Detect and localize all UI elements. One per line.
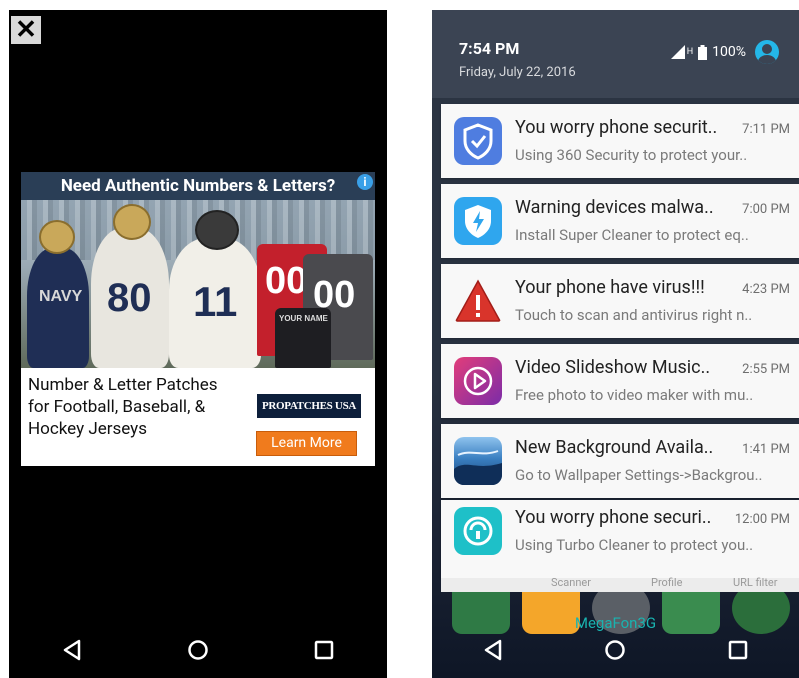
- helmet-text: NAVY: [39, 288, 83, 305]
- jersey-name: YOUR NAME: [279, 314, 328, 323]
- jersey-number-00: 00: [265, 260, 308, 302]
- notification-item[interactable]: Warning devices malwa.. 7:00 PM Install …: [441, 184, 799, 258]
- recents-square-icon[interactable]: [304, 630, 344, 670]
- home-circle-icon[interactable]: [178, 630, 218, 670]
- ad-headline-text: Need Authentic Numbers & Letters?: [60, 176, 336, 196]
- jersey-number-80: 80: [107, 276, 152, 320]
- black-jersey: YOUR NAME: [275, 308, 331, 368]
- brand-logo[interactable]: PROPATCHES USA: [257, 394, 361, 418]
- home-circle-icon[interactable]: [595, 630, 635, 670]
- notification-title: Your phone have virus!!!: [515, 277, 705, 298]
- peek-label: URL filter: [733, 576, 778, 589]
- quick-settings-header: 7:54 PM Friday, July 22, 2016 H 100%: [432, 10, 799, 98]
- navigation-bar: [432, 622, 799, 678]
- network-type: H: [686, 46, 694, 57]
- user-avatar-icon[interactable]: [755, 40, 779, 64]
- notification-item[interactable]: You worry phone securit.. 7:11 PM Using …: [441, 104, 799, 178]
- notification-time: 7:11 PM: [742, 122, 790, 137]
- notification-time: 1:41 PM: [742, 442, 790, 457]
- ad-banner[interactable]: Need Authentic Numbers & Letters? i NAVY…: [21, 172, 375, 466]
- notification-item[interactable]: New Background Availa.. 1:41 PM Go to Wa…: [441, 424, 799, 498]
- shield-bolt-icon: [454, 197, 502, 245]
- status-icons: H 100%: [666, 40, 779, 64]
- ad-image-football-players[interactable]: NAVY 80 11 00 00 YOUR NAME: [21, 200, 375, 368]
- wallpaper-icon: [454, 437, 502, 485]
- peek-label: Scanner: [551, 576, 591, 589]
- notification-title: Video Slideshow Music..: [515, 357, 711, 378]
- player-80: 80: [91, 228, 169, 368]
- notification-item[interactable]: Video Slideshow Music.. 2:55 PM Free pho…: [441, 344, 799, 418]
- close-ad-button[interactable]: ✕: [11, 16, 41, 44]
- back-triangle-icon[interactable]: [473, 630, 513, 670]
- battery-percent: 100%: [712, 44, 746, 60]
- notification-time: 2:55 PM: [742, 362, 790, 377]
- helmet: [113, 204, 151, 240]
- warning-triangle-icon: [454, 277, 502, 325]
- signal-icon: [670, 45, 685, 59]
- ad-headline[interactable]: Need Authentic Numbers & Letters? i: [21, 172, 375, 200]
- notification-body: Free photo to video maker with mu..: [515, 386, 754, 404]
- helmet: [195, 210, 239, 250]
- notification-item[interactable]: Your phone have virus!!! 4:23 PM Touch t…: [441, 264, 799, 338]
- recents-square-icon[interactable]: [718, 630, 758, 670]
- jersey-number-11: 11: [193, 278, 238, 325]
- notification-title: Warning devices malwa..: [515, 197, 714, 218]
- notification-time: 4:23 PM: [742, 282, 790, 297]
- notification-body: Using 360 Security to protect your..: [515, 146, 748, 164]
- ad-screen: ✕ Need Authentic Numbers & Letters? i NA…: [9, 10, 387, 678]
- notification-title: You worry phone securi..: [515, 507, 712, 528]
- notification-shade-screen: MegaFon3G 7:54 PM Friday, July 22, 2016 …: [432, 10, 799, 678]
- learn-more-button[interactable]: Learn More: [256, 431, 357, 456]
- date[interactable]: Friday, July 22, 2016: [459, 65, 576, 80]
- lock-icon: [454, 507, 502, 555]
- notification-body: Install Super Cleaner to protect eq..: [515, 226, 749, 244]
- navigation-bar: [9, 622, 387, 678]
- ad-footer[interactable]: Number & Letter Patches for Football, Ba…: [21, 368, 375, 466]
- notification-body: Go to Wallpaper Settings->Backgrou..: [515, 466, 763, 484]
- info-icon[interactable]: i: [357, 174, 373, 190]
- shield-check-icon: [454, 117, 502, 165]
- ad-description[interactable]: Number & Letter Patches for Football, Ba…: [28, 374, 238, 440]
- back-triangle-icon[interactable]: [52, 630, 92, 670]
- notification-body: Using Turbo Cleaner to protect you..: [515, 536, 754, 554]
- notification-title: New Background Availa..: [515, 437, 714, 458]
- play-circle-icon: [454, 357, 502, 405]
- notification-item[interactable]: You worry phone securi.. 12:00 PM Using …: [441, 500, 799, 578]
- helmet: [39, 220, 75, 254]
- notification-title: You worry phone securit..: [515, 117, 718, 138]
- peek-label: Profile: [651, 576, 683, 589]
- notification-body: Touch to scan and antivirus right n..: [515, 306, 753, 324]
- battery-icon: [698, 44, 708, 60]
- player-navy: NAVY: [27, 248, 89, 368]
- app-peek-strip: Scanner Profile URL filter: [441, 576, 799, 592]
- clock: 7:54 PM: [459, 39, 520, 58]
- notification-time: 7:00 PM: [742, 202, 790, 217]
- notification-time: 12:00 PM: [734, 512, 790, 527]
- player-11: 11: [169, 238, 261, 368]
